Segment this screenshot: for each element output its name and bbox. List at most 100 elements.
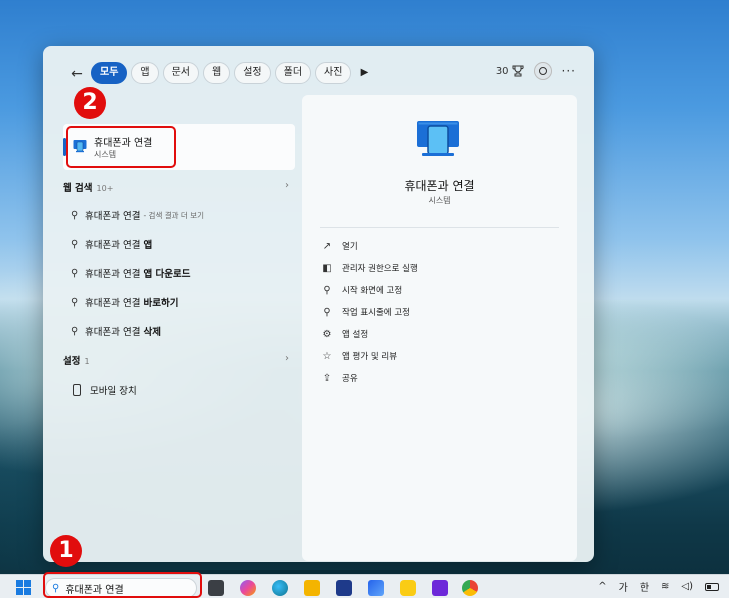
points-value: 30 xyxy=(495,65,509,77)
edge-icon[interactable] xyxy=(272,580,288,596)
web-result-1[interactable]: ⚲ 휴대폰과 연결 - 검색 결과 더 보기 xyxy=(71,206,291,224)
filter-bar: ← 모두 앱 문서 웹 설정 폴더 사진 ▶ 30 ··· xyxy=(43,62,594,86)
chip-folders[interactable]: 폴더 xyxy=(274,62,312,84)
web-search-title: 웹 검색 xyxy=(63,183,93,194)
preview-pane: 휴대폰과 연결 시스템 ↗ 열기 ◧ 관리자 권한으로 실행 ⚲ 시작 화면에 … xyxy=(302,95,577,561)
settings-title: 설정 xyxy=(63,356,81,367)
arrow-left-icon: ← xyxy=(71,66,83,82)
action-label: 앱 설정 xyxy=(342,330,369,340)
result-suffix: - 검색 결과 더 보기 xyxy=(143,210,205,220)
web-search-count: 10+ xyxy=(96,184,114,193)
chip-web[interactable]: 웹 xyxy=(203,62,231,84)
kakaotalk-icon[interactable] xyxy=(400,580,416,596)
chip-settings[interactable]: 설정 xyxy=(234,62,271,84)
volume-icon[interactable]: ◁) xyxy=(681,581,693,592)
chip-all[interactable]: 모두 xyxy=(91,62,128,84)
chip-apps[interactable]: 앱 xyxy=(131,62,159,84)
settings-item-label: 모바일 장치 xyxy=(90,386,137,397)
result-bold: 바로하기 xyxy=(143,298,179,309)
play-icon: ▶ xyxy=(360,67,369,78)
search-icon: ⚲ xyxy=(71,296,79,308)
store-icon[interactable] xyxy=(336,580,352,596)
highlight-search-box xyxy=(43,572,202,598)
windows-logo-icon xyxy=(16,580,23,587)
action-rate-review[interactable]: ☆ 앱 평가 및 리뷰 xyxy=(320,347,398,365)
windows-logo-icon-part xyxy=(24,588,31,595)
preview-subtitle: 시스템 xyxy=(428,196,451,205)
gear-icon: ⚙ xyxy=(322,328,332,340)
result-bold: 앱 다운로드 xyxy=(143,269,191,280)
windows-start-button[interactable] xyxy=(16,580,31,595)
more-filters-button[interactable]: ▶ xyxy=(355,62,373,84)
search-icon: ⚲ xyxy=(71,238,79,250)
search-icon: ⚲ xyxy=(71,209,79,221)
result-text: 휴대폰과 연결 xyxy=(85,327,141,338)
chip-documents[interactable]: 문서 xyxy=(162,62,200,84)
battery-icon[interactable] xyxy=(705,582,719,591)
windows-logo-icon-part xyxy=(16,588,23,595)
pin-icon: ⚲ xyxy=(323,284,331,296)
chevron-up-icon[interactable]: ^ xyxy=(598,581,606,592)
admin-icon: ◧ xyxy=(322,262,332,274)
settings-header[interactable]: 설정 1 › xyxy=(63,353,295,369)
ime-mode[interactable]: 가 xyxy=(619,579,628,594)
highlight-best-match xyxy=(66,126,176,168)
result-text: 휴대폰과 연결 xyxy=(85,211,141,222)
result-bold: 앱 xyxy=(143,240,153,251)
filter-chips: 모두 앱 문서 웹 설정 폴더 사진 ▶ xyxy=(91,62,373,84)
copilot-icon[interactable] xyxy=(240,580,256,596)
task-view-icon[interactable] xyxy=(208,580,224,596)
web-result-4[interactable]: ⚲ 휴대폰과 연결 바로하기 xyxy=(71,293,291,311)
action-label: 관리자 권한으로 실행 xyxy=(342,264,418,274)
action-app-settings[interactable]: ⚙ 앱 설정 xyxy=(320,325,369,343)
web-search-header[interactable]: 웹 검색 10+ › xyxy=(63,180,295,196)
action-open[interactable]: ↗ 열기 xyxy=(320,237,358,255)
wifi-icon[interactable]: ≋ xyxy=(661,581,669,592)
action-label: 앱 평가 및 리뷰 xyxy=(342,352,398,362)
input-language[interactable]: 한 xyxy=(640,579,649,594)
app-icon[interactable] xyxy=(368,580,384,596)
preview-title: 휴대폰과 연결 xyxy=(404,179,475,193)
rewards-points[interactable]: 30 xyxy=(496,65,524,77)
share-icon: ⇪ xyxy=(322,372,332,384)
chrome-icon[interactable] xyxy=(462,580,478,596)
back-button[interactable]: ← xyxy=(67,64,87,84)
action-pin-start[interactable]: ⚲ 시작 화면에 고정 xyxy=(320,281,402,299)
web-result-3[interactable]: ⚲ 휴대폰과 연결 앱 다운로드 xyxy=(71,264,291,282)
action-label: 공유 xyxy=(342,374,358,384)
action-label: 시작 화면에 고정 xyxy=(342,286,403,296)
result-text: 휴대폰과 연결 xyxy=(85,240,141,251)
chevron-right-icon: › xyxy=(285,353,289,364)
chevron-right-icon: › xyxy=(285,180,289,191)
step-badge-1: 1 xyxy=(50,535,82,567)
search-icon: ⚲ xyxy=(71,267,79,279)
web-result-5[interactable]: ⚲ 휴대폰과 연결 삭제 xyxy=(71,322,291,340)
trophy-icon xyxy=(512,65,524,77)
divider xyxy=(320,227,559,228)
action-pin-taskbar[interactable]: ⚲ 작업 표시줄에 고정 xyxy=(320,303,410,321)
search-icon: ⚲ xyxy=(71,325,79,337)
file-explorer-icon[interactable] xyxy=(304,580,320,596)
profile-button[interactable] xyxy=(533,62,552,80)
action-label: 열기 xyxy=(342,242,358,252)
windows-logo-icon-part xyxy=(24,580,31,587)
step-badge-2: 2 xyxy=(74,87,106,119)
chip-photos[interactable]: 사진 xyxy=(315,62,352,84)
pin-icon: ⚲ xyxy=(323,306,331,318)
system-tray: ^ 가 한 ≋ ◁) xyxy=(598,579,719,594)
teams-icon[interactable] xyxy=(432,580,448,596)
profile-icon xyxy=(538,67,547,75)
top-right-controls: 30 ··· xyxy=(496,62,576,80)
start-menu: ← 모두 앱 문서 웹 설정 폴더 사진 ▶ 30 ··· 휴대폰과 연결 시스… xyxy=(43,46,594,562)
action-share[interactable]: ⇪ 공유 xyxy=(320,369,358,387)
more-options-button[interactable]: ··· xyxy=(562,64,576,78)
settings-count: 1 xyxy=(84,357,90,366)
open-icon: ↗ xyxy=(322,240,332,252)
result-text: 휴대폰과 연결 xyxy=(85,298,141,309)
result-text: 휴대폰과 연결 xyxy=(85,269,141,280)
web-result-2[interactable]: ⚲ 휴대폰과 연결 앱 xyxy=(71,235,291,253)
action-label: 작업 표시줄에 고정 xyxy=(342,308,410,318)
settings-result-mobile[interactable]: 모바일 장치 xyxy=(73,381,293,399)
phone-link-large-icon xyxy=(417,121,459,156)
action-run-as-admin[interactable]: ◧ 관리자 권한으로 실행 xyxy=(320,259,418,277)
